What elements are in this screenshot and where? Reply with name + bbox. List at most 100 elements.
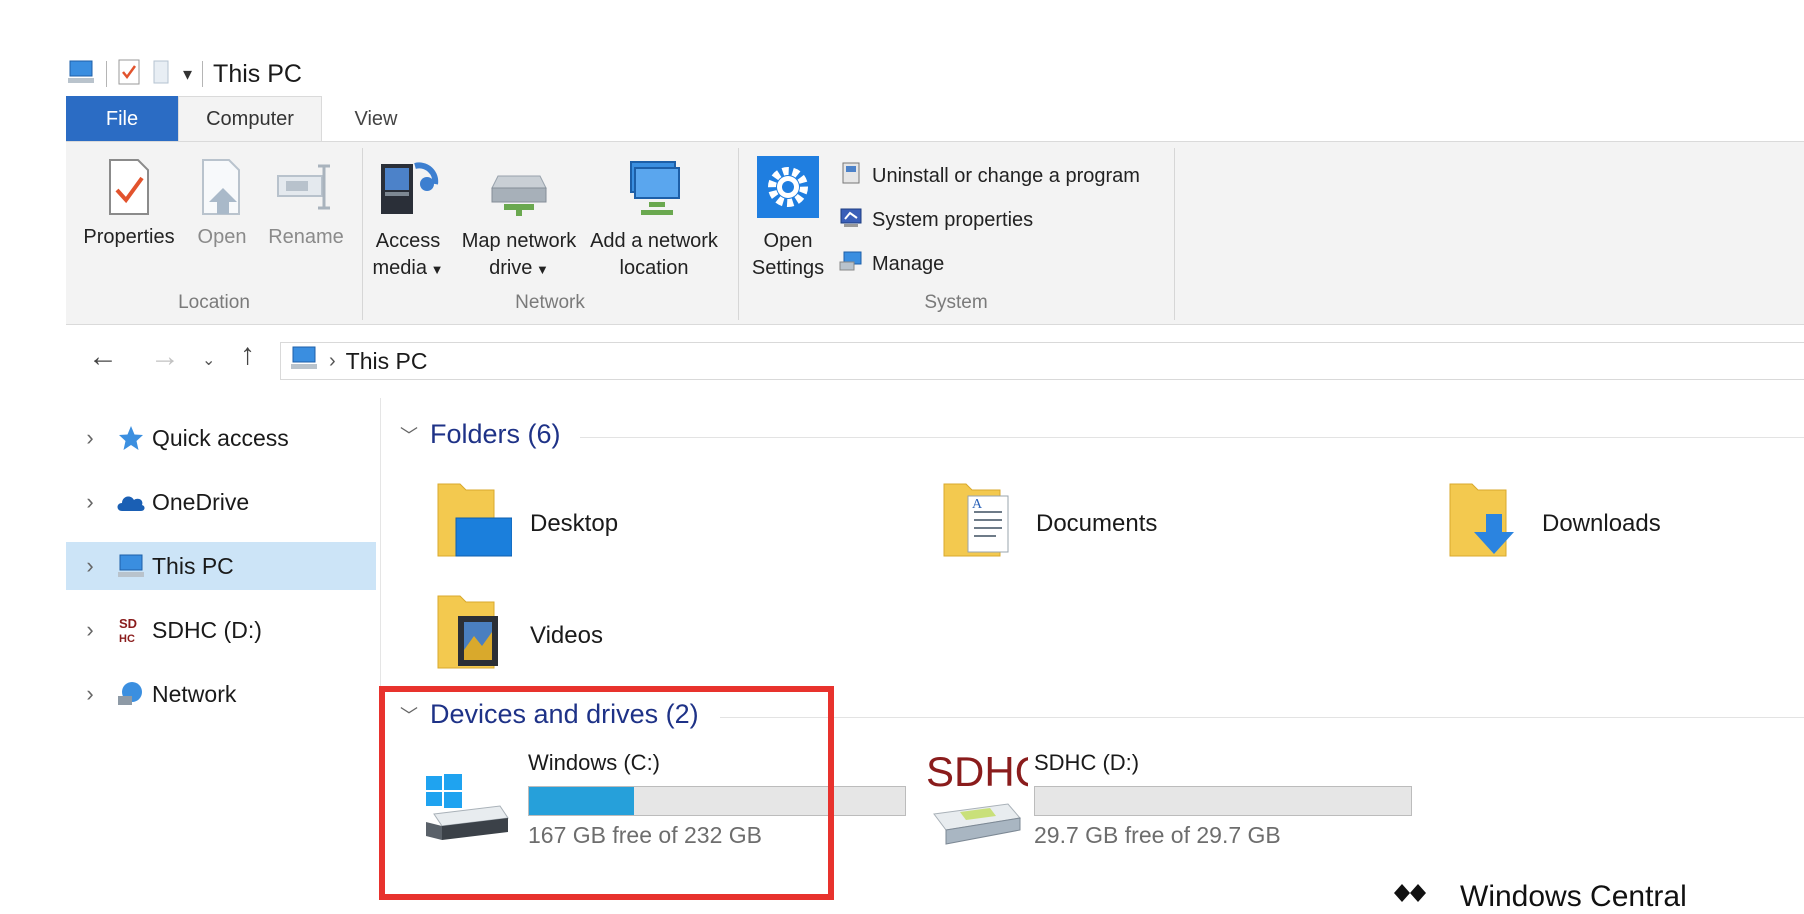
- computer-icon: [114, 553, 148, 579]
- open-icon: [190, 158, 254, 224]
- tab-file[interactable]: File: [66, 96, 178, 142]
- folder-desktop[interactable]: Desktop: [436, 478, 618, 569]
- nav-label: OneDrive: [152, 488, 250, 515]
- folder-label: Videos: [530, 621, 603, 649]
- folders-section-header[interactable]: ﹀ Folders (6): [400, 419, 561, 450]
- map-network-drive-button[interactable]: Map network drive ▼: [454, 154, 584, 283]
- svg-text:SDHC: SDHC: [926, 750, 1028, 795]
- toolbar-separator: [106, 61, 107, 87]
- nav-item-onedrive[interactable]: › OneDrive: [66, 478, 376, 526]
- drive-free-space: 29.7 GB free of 29.7 GB: [1034, 822, 1281, 848]
- breadcrumb-chevron-icon[interactable]: ›: [329, 350, 336, 373]
- tab-computer[interactable]: Computer: [178, 96, 322, 142]
- chevron-down-icon: ▼: [427, 262, 444, 277]
- recent-locations-icon[interactable]: ⌄: [202, 350, 215, 370]
- expand-chevron-icon[interactable]: ›: [66, 553, 114, 579]
- collapse-chevron-icon[interactable]: ﹀: [400, 422, 418, 448]
- breadcrumb-this-pc[interactable]: This PC: [346, 348, 428, 375]
- media-server-icon: [372, 154, 444, 228]
- downloads-folder-icon: [1448, 478, 1524, 569]
- system-properties-button[interactable]: System properties: [838, 204, 1033, 236]
- rename-button[interactable]: Rename: [264, 158, 348, 251]
- gear-icon: [746, 154, 830, 228]
- add-location-label-2: location: [619, 257, 689, 279]
- computer-icon[interactable]: [66, 58, 96, 91]
- rename-label: Rename: [268, 226, 344, 248]
- expand-chevron-icon[interactable]: ›: [66, 681, 114, 707]
- group-label-location: Location: [178, 292, 250, 313]
- manage-label: Manage: [872, 252, 945, 275]
- tab-view[interactable]: View: [336, 96, 416, 142]
- folder-label: Documents: [1036, 509, 1158, 537]
- drive-usage-bar: [1034, 786, 1412, 816]
- desktop-folder-icon: [436, 478, 513, 569]
- add-location-label-1: Add a network: [590, 230, 718, 252]
- open-settings-label-1: Open: [763, 230, 813, 252]
- address-bar[interactable]: › This PC: [280, 342, 1804, 380]
- folder-documents[interactable]: A Documents: [942, 478, 1157, 569]
- map-drive-label-2: drive: [489, 257, 533, 279]
- properties-check-icon[interactable]: [117, 58, 141, 91]
- section-divider: [580, 437, 1804, 438]
- nav-item-network[interactable]: › Network: [66, 670, 376, 718]
- properties-button[interactable]: Properties: [78, 158, 180, 251]
- expand-chevron-icon[interactable]: ›: [66, 425, 114, 451]
- rename-icon: [264, 158, 348, 224]
- group-label-network: Network: [515, 292, 585, 313]
- sd-card-icon: SD HC: [114, 615, 148, 645]
- customize-toolbar-icon[interactable]: ▾: [183, 64, 192, 85]
- quick-access-toolbar: ▾ This PC: [66, 56, 302, 92]
- drive-name: SDHC (D:): [1034, 750, 1140, 775]
- computer-icon: [289, 345, 319, 377]
- expand-chevron-icon[interactable]: ›: [66, 489, 114, 515]
- open-label: Open: [197, 226, 247, 248]
- drive-d[interactable]: SDHC SDHC (D:) 29.7 GB free of 29.7 GB: [924, 748, 1424, 860]
- forward-arrow-icon[interactable]: →: [150, 340, 180, 374]
- map-drive-label-1: Map network: [461, 230, 577, 252]
- uninstall-program-button[interactable]: Uninstall or change a program: [838, 160, 1140, 192]
- access-media-label-1: Access: [375, 230, 441, 252]
- section-divider: [720, 717, 1804, 718]
- properties-label: Properties: [83, 226, 175, 248]
- svg-text:HC: HC: [119, 633, 135, 645]
- open-settings-button[interactable]: Open Settings: [746, 154, 830, 282]
- chevron-down-icon: ▼: [532, 262, 549, 277]
- group-separator: [1174, 148, 1175, 320]
- back-arrow-icon[interactable]: ←: [88, 340, 118, 374]
- system-properties-label: System properties: [872, 208, 1034, 231]
- window-title: This PC: [213, 59, 302, 88]
- up-arrow-icon[interactable]: ↑: [240, 338, 255, 372]
- documents-folder-icon: A: [942, 478, 1018, 569]
- expand-chevron-icon[interactable]: ›: [66, 617, 114, 643]
- folder-label: Desktop: [530, 509, 619, 537]
- access-media-label-2: media: [372, 257, 427, 279]
- open-button[interactable]: Open: [190, 158, 254, 251]
- nav-item-quick-access[interactable]: › Quick access: [66, 414, 376, 462]
- nav-item-this-pc[interactable]: › This PC: [66, 542, 376, 590]
- svg-text:SD: SD: [119, 616, 137, 631]
- uninstall-icon: [838, 160, 864, 192]
- nav-label: Quick access: [152, 424, 289, 451]
- watermark-text: Windows Central: [1460, 880, 1687, 913]
- folder-videos[interactable]: Videos: [436, 590, 603, 681]
- folder-label: Downloads: [1542, 509, 1661, 537]
- manage-icon: [838, 248, 864, 280]
- network-icon: [114, 680, 148, 708]
- svg-text:A: A: [972, 497, 983, 512]
- nav-label: This PC: [152, 552, 234, 579]
- nav-item-sdhc[interactable]: › SD HC SDHC (D:): [66, 606, 376, 654]
- access-media-button[interactable]: Access media ▼: [372, 154, 444, 283]
- network-location-icon: [586, 154, 722, 228]
- highlight-box: [379, 686, 834, 900]
- manage-button[interactable]: Manage: [838, 248, 944, 280]
- toolbar-separator: [202, 61, 204, 87]
- add-network-location-button[interactable]: Add a network location: [586, 154, 722, 282]
- uninstall-label: Uninstall or change a program: [872, 164, 1140, 187]
- folder-downloads[interactable]: Downloads: [1448, 478, 1661, 569]
- videos-folder-icon: [436, 590, 512, 681]
- folders-header-label: Folders (6): [430, 419, 561, 449]
- group-label-system: System: [924, 292, 988, 313]
- nav-label: Network: [152, 680, 237, 707]
- new-folder-icon[interactable]: [151, 58, 173, 91]
- system-properties-icon: [838, 204, 864, 236]
